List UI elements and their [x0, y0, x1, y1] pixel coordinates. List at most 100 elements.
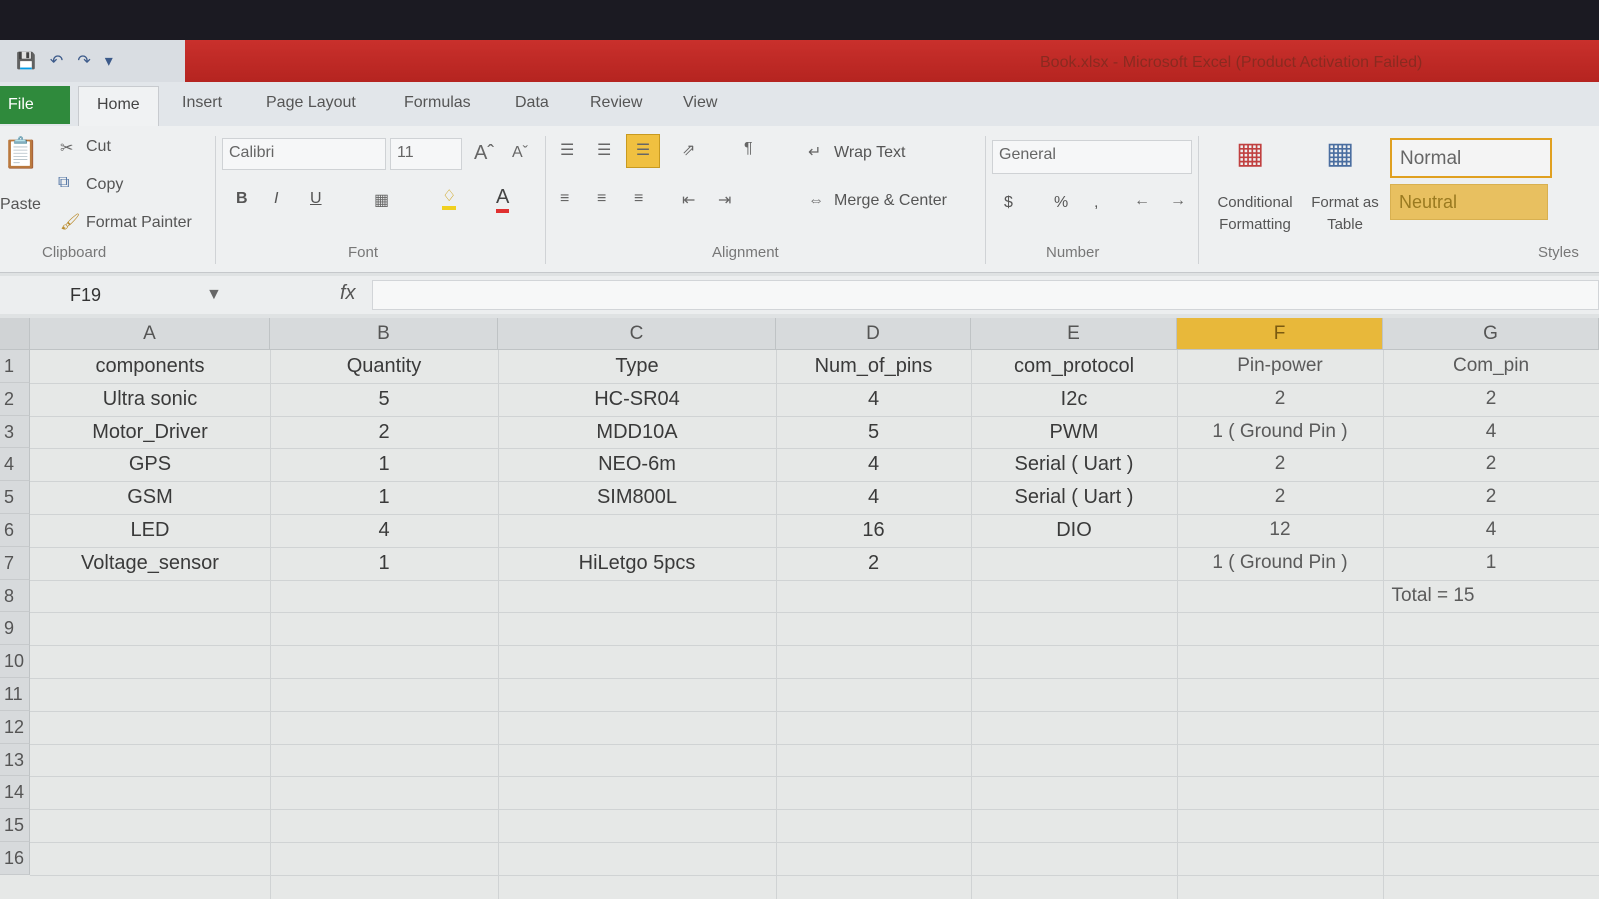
table-cell[interactable]: MDD10A — [498, 416, 776, 449]
row-header[interactable]: 6 — [0, 514, 30, 547]
tab-formulas[interactable]: Formulas — [404, 94, 471, 112]
table-cell[interactable]: 4 — [1383, 514, 1599, 547]
paste-button[interactable]: Paste — [0, 196, 41, 214]
conditional-formatting-icon[interactable]: ▦ — [1236, 136, 1264, 171]
grow-font-icon[interactable]: Aˆ — [474, 142, 494, 165]
table-cell[interactable]: Com_pin — [1383, 350, 1599, 383]
row-header[interactable]: 9 — [0, 612, 30, 646]
percent-button[interactable]: % — [1054, 194, 1068, 212]
table-cell[interactable]: LED — [30, 514, 270, 547]
format-painter-button[interactable]: Format Painter — [86, 214, 192, 232]
row-header[interactable]: 13 — [0, 743, 30, 777]
row-header[interactable]: 2 — [0, 382, 30, 416]
conditional-formatting-button[interactable]: Conditional Formatting — [1206, 192, 1304, 236]
table-cell[interactable]: components — [30, 350, 270, 383]
table-cell[interactable]: 4 — [776, 481, 971, 514]
fill-color-icon[interactable]: ♢ — [442, 186, 457, 210]
table-cell[interactable]: Quantity — [270, 350, 498, 383]
name-box-dropdown-icon[interactable]: ▼ — [206, 286, 222, 304]
table-cell[interactable]: 5 — [270, 383, 498, 416]
table-cell[interactable]: Serial ( Uart ) — [971, 481, 1177, 514]
number-format-select[interactable]: General — [992, 140, 1192, 174]
table-cell[interactable]: 2 — [1383, 448, 1599, 481]
comma-button[interactable]: , — [1094, 194, 1098, 212]
tab-insert[interactable]: Insert — [182, 94, 222, 112]
table-cell[interactable]: 4 — [1383, 416, 1599, 449]
undo-icon[interactable]: ↶ — [50, 51, 63, 71]
table-cell[interactable]: GSM — [30, 481, 270, 514]
table-cell[interactable]: 2 — [1383, 383, 1599, 416]
table-cell[interactable]: Num_of_pins — [776, 350, 971, 383]
column-header-g[interactable]: G — [1383, 318, 1599, 350]
table-cell[interactable]: NEO-6m — [498, 448, 776, 481]
table-cell[interactable]: Serial ( Uart ) — [971, 448, 1177, 481]
currency-button[interactable]: $ — [1004, 194, 1013, 212]
align-left-icon[interactable]: ≡ — [560, 190, 569, 208]
row-header[interactable]: 12 — [0, 710, 30, 744]
italic-button[interactable]: I — [274, 190, 278, 208]
customize-qat-icon[interactable]: ▾ — [105, 51, 113, 71]
table-cell[interactable]: Ultra sonic — [30, 383, 270, 416]
table-cell[interactable]: HiLetgo 5pcs — [498, 547, 776, 580]
copy-button[interactable]: Copy — [86, 176, 123, 194]
column-header-a[interactable]: A — [30, 318, 270, 350]
table-cell[interactable]: HC-SR04 — [498, 383, 776, 416]
row-header[interactable]: 1 — [0, 350, 30, 383]
tab-data[interactable]: Data — [515, 94, 549, 112]
table-cell[interactable]: 12 — [1177, 514, 1383, 547]
tab-page-layout[interactable]: Page Layout — [266, 94, 356, 112]
tab-review[interactable]: Review — [590, 94, 642, 112]
row-header[interactable]: 5 — [0, 481, 30, 514]
table-cell[interactable]: 1 ( Ground Pin ) — [1177, 416, 1383, 449]
style-normal[interactable]: Normal — [1390, 138, 1552, 178]
orientation-icon[interactable]: ⇗ — [682, 140, 695, 160]
font-color-button[interactable]: A — [496, 186, 510, 213]
tab-view[interactable]: View — [683, 94, 717, 112]
table-cell[interactable]: Voltage_sensor — [30, 547, 270, 580]
table-cell[interactable]: SIM800L — [498, 481, 776, 514]
table-cell[interactable]: 2 — [1177, 481, 1383, 514]
table-cell[interactable]: 2 — [1177, 383, 1383, 416]
row-header[interactable]: 11 — [0, 678, 30, 711]
row-header[interactable]: 15 — [0, 809, 30, 842]
table-cell[interactable]: 1 ( Ground Pin ) — [1177, 547, 1383, 580]
table-cell[interactable]: Motor_Driver — [30, 416, 270, 449]
row-header[interactable]: 10 — [0, 645, 30, 678]
bold-button[interactable]: B — [236, 190, 248, 208]
table-cell[interactable]: 2 — [1383, 481, 1599, 514]
paste-icon[interactable]: 📋 — [2, 136, 39, 171]
decrease-decimal-icon[interactable]: → — [1170, 192, 1186, 210]
row-header[interactable]: 7 — [0, 546, 30, 580]
borders-icon[interactable]: ▦ — [374, 190, 389, 210]
table-cell[interactable]: 4 — [776, 383, 971, 416]
font-name-select[interactable]: Calibri — [222, 138, 386, 170]
table-cell[interactable]: 2 — [776, 547, 971, 580]
column-header-f[interactable]: F — [1177, 318, 1383, 350]
table-cell[interactable]: 5 — [776, 416, 971, 449]
row-header[interactable]: 8 — [0, 579, 30, 613]
align-top-icon[interactable]: ☰ — [560, 140, 574, 160]
row-header[interactable]: 3 — [0, 415, 30, 449]
select-all-corner[interactable] — [0, 318, 30, 350]
wrap-text-icon[interactable]: ↵ — [808, 142, 821, 162]
name-box[interactable]: F19 — [60, 281, 225, 309]
insert-function-button[interactable]: fx — [340, 282, 356, 305]
table-cell[interactable]: Pin-power — [1177, 350, 1383, 383]
save-icon[interactable]: 💾 — [16, 51, 36, 71]
increase-indent-icon[interactable]: ⇥ — [718, 190, 731, 210]
table-cell[interactable]: 1 — [270, 547, 498, 580]
row-header[interactable]: 4 — [0, 448, 30, 482]
table-cell[interactable]: 4 — [270, 514, 498, 547]
table-cell[interactable]: 16 — [776, 514, 971, 547]
row-header[interactable]: 14 — [0, 776, 30, 810]
shrink-font-icon[interactable]: Aˇ — [512, 144, 528, 162]
table-cell[interactable]: 1 — [270, 481, 498, 514]
align-bottom-icon[interactable]: ☰ — [626, 134, 660, 168]
underline-button[interactable]: U — [310, 190, 322, 208]
tab-file[interactable]: File — [0, 86, 70, 124]
format-as-table-button[interactable]: Format as Table — [1306, 192, 1384, 236]
cut-button[interactable]: Cut — [86, 138, 111, 156]
merge-center-icon[interactable]: ⇔ — [808, 192, 824, 210]
format-as-table-icon[interactable]: ▦ — [1326, 136, 1354, 171]
align-center-icon[interactable]: ≡ — [597, 190, 606, 208]
